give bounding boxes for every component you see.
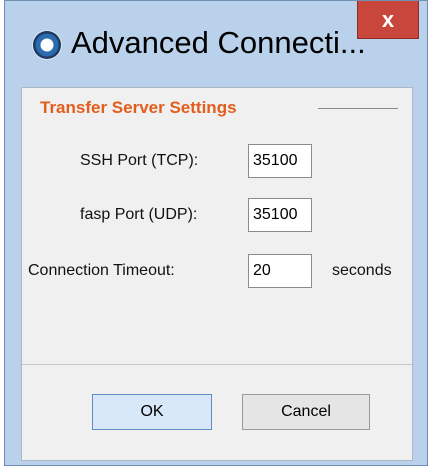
timeout-input[interactable] — [248, 254, 312, 288]
timeout-unit: seconds — [332, 262, 392, 279]
window-title: Advanced Connecti... — [71, 25, 366, 60]
dialog-window: Advanced Connecti... x Transfer Server S… — [4, 0, 428, 466]
fasp-port-input[interactable] — [248, 198, 312, 232]
section-divider — [318, 108, 398, 109]
section-title: Transfer Server Settings — [40, 98, 237, 117]
ssh-port-label: SSH Port (TCP): — [80, 152, 199, 169]
fasp-port-label: fasp Port (UDP): — [80, 206, 198, 223]
title-bar[interactable]: Advanced Connecti... x — [5, 1, 427, 87]
timeout-label: Connection Timeout: — [28, 262, 175, 279]
close-button[interactable]: x — [357, 1, 419, 39]
button-divider — [22, 364, 412, 365]
cancel-button[interactable]: Cancel — [242, 394, 370, 430]
dialog-content: Transfer Server Settings SSH Port (TCP):… — [21, 87, 413, 461]
close-icon: x — [381, 6, 395, 32]
ssh-port-input[interactable] — [248, 144, 312, 178]
ok-button[interactable]: OK — [92, 394, 212, 430]
app-icon — [33, 31, 61, 59]
